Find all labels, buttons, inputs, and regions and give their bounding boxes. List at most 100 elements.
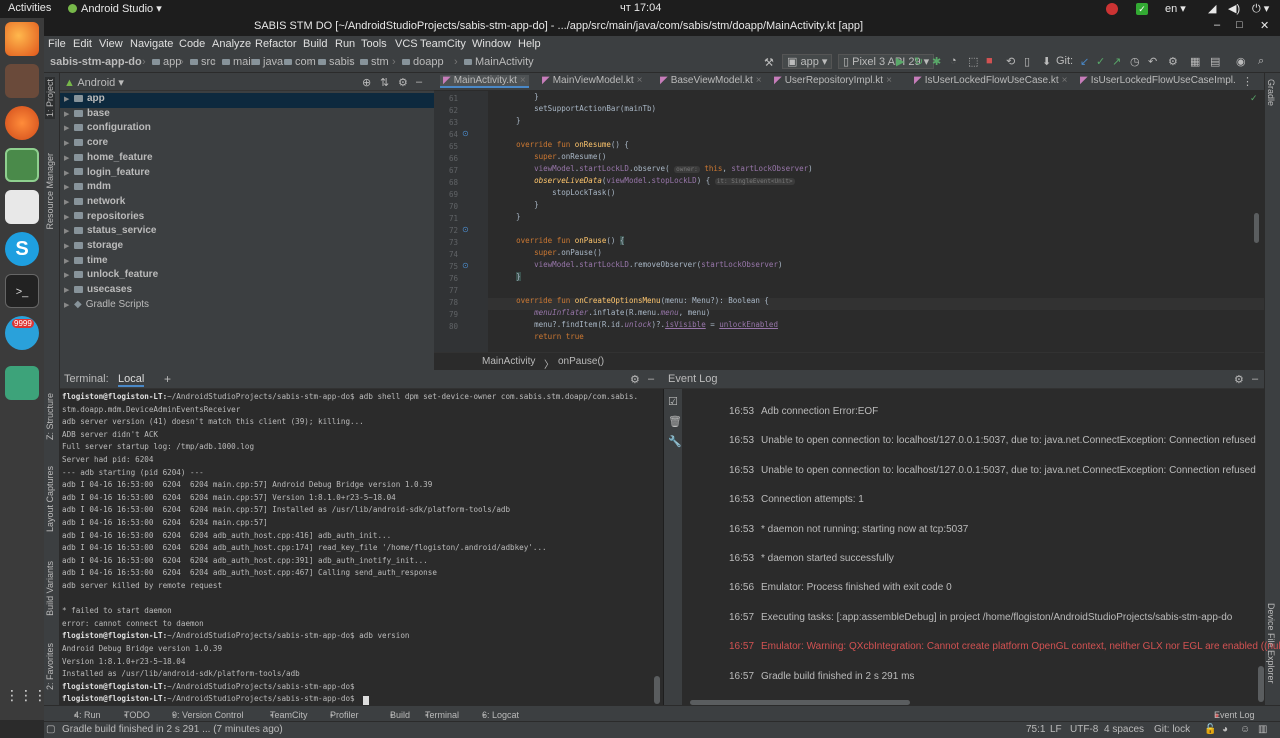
analysis-ok-icon[interactable]: ✓ — [1250, 93, 1258, 104]
menu-run[interactable]: Run — [335, 38, 355, 50]
android-studio-dock-icon[interactable] — [5, 148, 39, 182]
event-log-entry[interactable]: 16:57 Gradle build finished in 2 s 291 ms — [729, 671, 914, 682]
text-editor-icon[interactable] — [5, 190, 39, 224]
resource-manager-tab[interactable]: Resource Manager — [45, 153, 55, 230]
tree-item-usecases[interactable]: ▶ usecases — [60, 284, 434, 299]
line-separator[interactable]: LF — [1050, 724, 1062, 735]
indent-setting[interactable]: 4 spaces — [1104, 724, 1144, 735]
tree-item-unlock_feature[interactable]: ▶ unlock_feature — [60, 269, 434, 284]
git-commit-icon[interactable]: ✓ — [1096, 55, 1105, 68]
favorites-tab[interactable]: 2: Favorites — [45, 643, 55, 690]
files-icon[interactable] — [5, 64, 39, 98]
event-log-entry[interactable]: 16:53 Adb connection Error:EOF — [729, 406, 878, 417]
git-rollback-icon[interactable]: ↶ — [1148, 55, 1157, 68]
event-log-entry[interactable]: 16:56 Emulator: Process finished with exi… — [729, 582, 952, 593]
expand-arrow-icon[interactable]: ▶ — [64, 301, 74, 309]
file-encoding[interactable]: UTF-8 — [1070, 724, 1098, 735]
tree-item-storage[interactable]: ▶ storage — [60, 240, 434, 255]
event-log-entry[interactable]: 16:53 Unable to open connection to: local… — [729, 465, 1256, 476]
apply-changes-icon[interactable]: ↻ — [914, 55, 923, 68]
expand-arrow-icon[interactable]: ▶ — [64, 286, 74, 294]
event-log-entry[interactable]: 16:57 Emulator: Warning: QXcbIntegration:… — [729, 641, 1280, 652]
maximize-button[interactable]: □ — [1236, 19, 1243, 31]
clock[interactable]: чт 17:04 — [620, 2, 661, 14]
collapse-all-icon[interactable]: ⇅ — [380, 76, 389, 89]
editor-tab[interactable]: ◤ UserRepositoryImpl.kt × — [774, 75, 892, 86]
close-tab-icon[interactable]: × — [1062, 75, 1068, 86]
override-marker-icon[interactable]: ⊙ — [462, 225, 469, 234]
menu-analyze[interactable]: Analyze — [212, 38, 251, 50]
tree-item-time[interactable]: ▶ time — [60, 255, 434, 270]
tree-item-login_feature[interactable]: ▶ login_feature — [60, 167, 434, 182]
git-history-icon[interactable]: ◷ — [1130, 55, 1140, 68]
status-left-icon[interactable]: ▢ — [46, 724, 55, 735]
language-indicator[interactable]: en ▾ — [1165, 2, 1186, 15]
inspector-icon[interactable]: ◕ — [1222, 724, 1228, 735]
expand-arrow-icon[interactable]: ▶ — [64, 154, 74, 162]
app-menu[interactable]: Android Studio ▾ — [68, 2, 162, 15]
event-log-entry[interactable]: 16:57 Executing tasks: [:app:assembleDebu… — [729, 612, 1232, 623]
locate-icon[interactable]: ⊕ — [362, 76, 371, 89]
hide-icon[interactable]: – — [416, 76, 422, 88]
expand-arrow-icon[interactable]: ▶ — [64, 242, 74, 250]
event-log-vscroll[interactable] — [1258, 666, 1264, 702]
close-button[interactable]: ✕ — [1260, 19, 1269, 32]
expand-arrow-icon[interactable]: ▶ — [64, 95, 74, 103]
menu-vcs[interactable]: VCS — [395, 38, 418, 50]
menu-code[interactable]: Code — [179, 38, 205, 50]
avd-manager-icon[interactable]: ▯ — [1024, 55, 1030, 68]
event-log-entry[interactable]: 16:53 * daemon started successfully — [729, 553, 894, 564]
terminal-tab-local[interactable]: Local — [118, 373, 145, 387]
editor-scrollbar[interactable] — [1254, 213, 1259, 243]
power-icon[interactable]: ⏻ ▾ — [1252, 2, 1269, 16]
editor-tab[interactable]: ◤ IsUserLockedFlowUseCase.kt × — [914, 75, 1067, 86]
menu-window[interactable]: Window — [472, 38, 511, 50]
menu-tools[interactable]: Tools — [361, 38, 387, 50]
gradle-tab[interactable]: Gradle — [1266, 79, 1276, 106]
editor-tab[interactable]: ◤ BaseViewModel.kt × — [660, 75, 762, 86]
skype-icon[interactable]: S — [5, 232, 39, 266]
mark-read-icon[interactable]: ☑ — [668, 395, 678, 408]
git-update-icon[interactable]: ↙ — [1080, 55, 1089, 68]
trash-icon[interactable]: 🗑 — [668, 415, 682, 428]
git-push-icon[interactable]: ↗ — [1112, 55, 1121, 68]
sync-icon[interactable]: ⟲ — [1006, 55, 1015, 68]
account-icon[interactable]: ◉ — [1236, 55, 1246, 68]
activities-button[interactable]: Activities — [8, 2, 51, 14]
terminal-icon[interactable]: >_ — [5, 274, 39, 308]
nav-crumb[interactable]: sabis-stm-app-do — [50, 56, 142, 68]
run-icon[interactable]: ▶ — [896, 55, 904, 68]
status-message[interactable]: Gradle build finished in 2 s 291 ... (7 … — [62, 724, 283, 735]
tree-item-configuration[interactable]: ▶ configuration — [60, 122, 434, 137]
menu-file[interactable]: File — [48, 38, 66, 50]
expand-arrow-icon[interactable]: ▶ — [64, 198, 74, 206]
event-indicator-icon[interactable]: ☺ — [1240, 724, 1250, 735]
event-log-entry[interactable]: 16:53 * daemon not running; starting now … — [729, 524, 968, 535]
structure-icon[interactable]: ▦ — [1190, 55, 1200, 68]
build-variants-tab[interactable]: Build Variants — [45, 561, 55, 616]
expand-arrow-icon[interactable]: ▶ — [64, 183, 74, 191]
menu-view[interactable]: View — [99, 38, 123, 50]
search-icon[interactable]: ⌕ — [1258, 55, 1264, 68]
close-tab-icon[interactable]: × — [637, 75, 643, 86]
close-tab-icon[interactable]: × — [756, 75, 762, 86]
app-dock-icon[interactable] — [5, 366, 39, 400]
chrome-indicator-icon[interactable] — [1106, 3, 1118, 15]
debug-icon[interactable]: ✱ — [932, 55, 941, 68]
git-branch[interactable]: Git: lock — [1154, 724, 1190, 735]
tree-item-network[interactable]: ▶ network — [60, 196, 434, 211]
check-indicator-icon[interactable]: ✓ — [1136, 3, 1148, 15]
layout-inspector-icon[interactable]: ▤ — [1210, 55, 1220, 68]
override-marker-icon[interactable]: ⊙ — [462, 261, 469, 270]
tab-overflow-icon[interactable]: ⋮ — [1242, 75, 1253, 88]
attach-debugger-icon[interactable]: ⬚ — [968, 55, 978, 68]
expand-arrow-icon[interactable]: ▶ — [64, 124, 74, 132]
layout-captures-tab[interactable]: Layout Captures — [45, 466, 55, 532]
run-config-select[interactable]: ▣ app ▾ — [782, 54, 833, 69]
nav-crumb[interactable]: doapp — [402, 56, 444, 68]
settings-icon[interactable]: ⚙ — [1168, 55, 1178, 68]
tree-item-gradle-scripts[interactable]: ▶ ◆ Gradle Scripts — [60, 299, 434, 314]
sdk-manager-icon[interactable]: ⬇ — [1042, 55, 1051, 68]
expand-arrow-icon[interactable]: ▶ — [64, 271, 74, 279]
terminal-scrollbar[interactable] — [654, 676, 660, 704]
